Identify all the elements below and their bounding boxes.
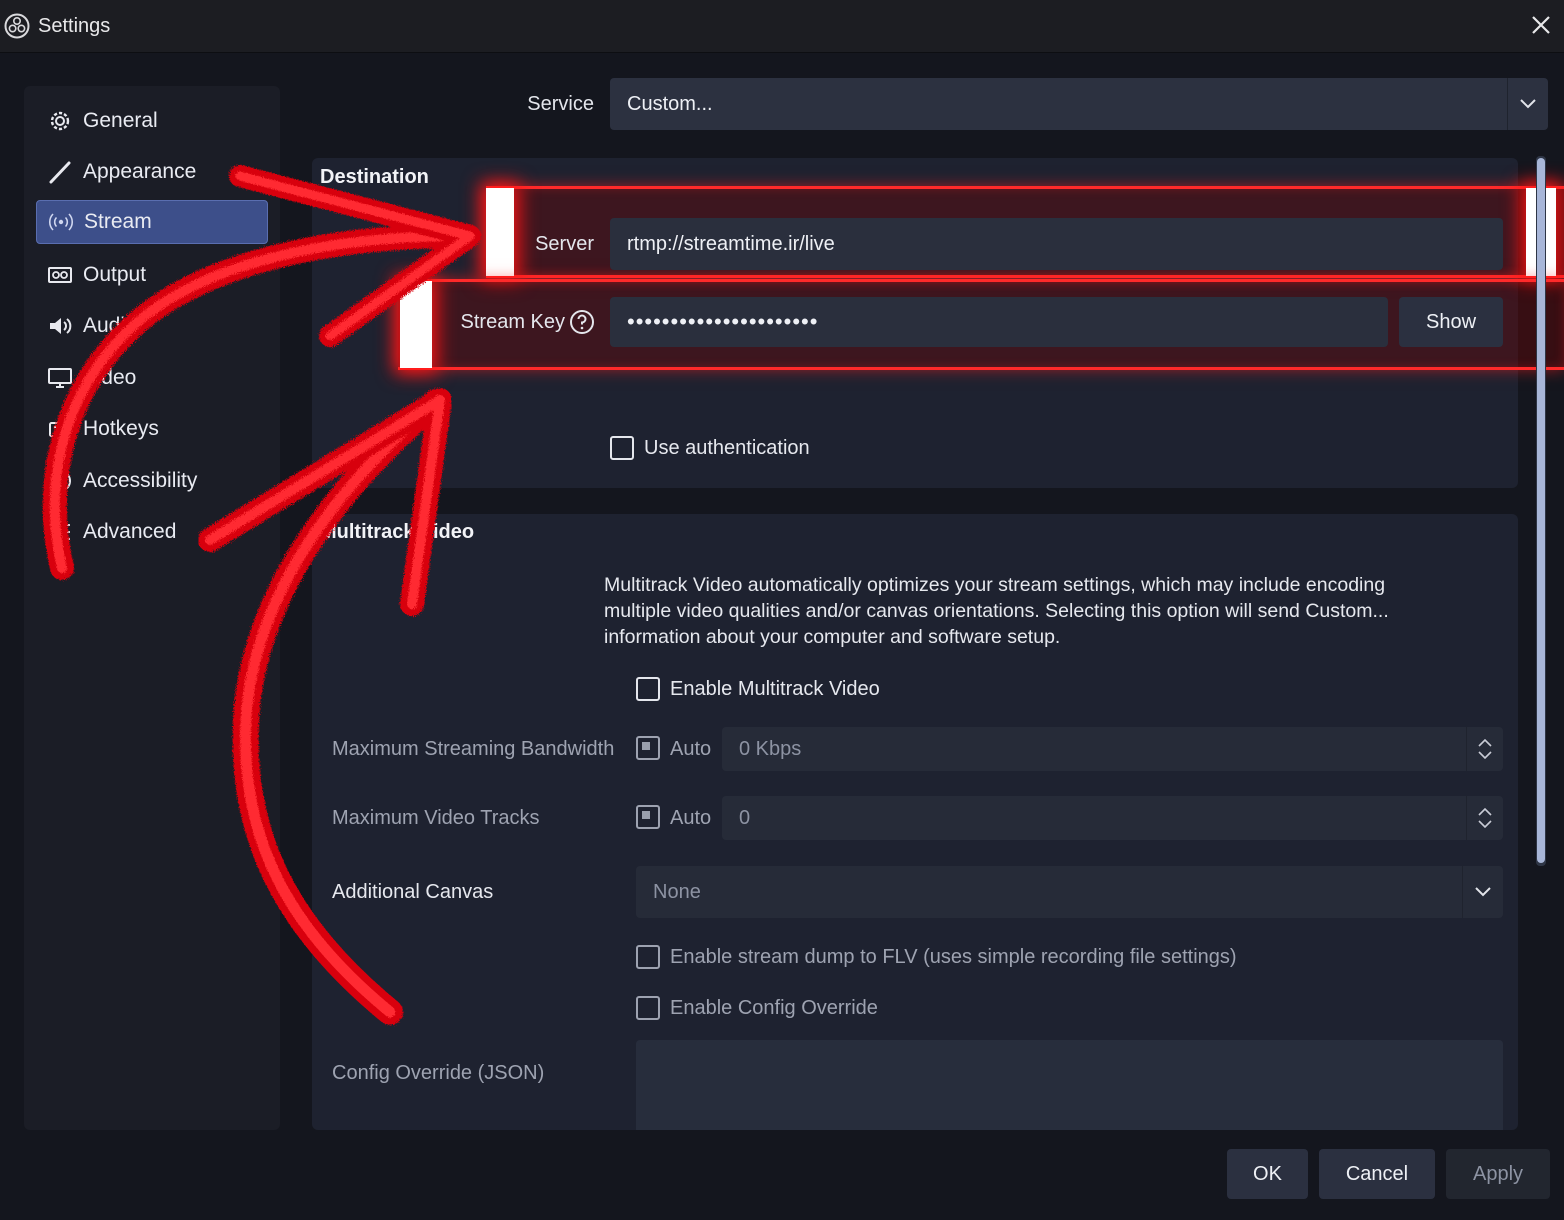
scrollbar-thumb[interactable] xyxy=(1537,158,1545,863)
additional-canvas-label: Additional Canvas xyxy=(332,881,494,903)
multitrack-description: Multitrack Video automatically optimizes… xyxy=(604,574,1389,648)
tracks-auto-checkbox[interactable] xyxy=(636,805,660,829)
enable-multitrack-checkbox[interactable] xyxy=(636,677,660,701)
gear-icon xyxy=(46,107,74,135)
sidebar-item-label: Accessibility xyxy=(83,469,198,492)
bandwidth-auto-checkbox[interactable] xyxy=(636,736,660,760)
apply-button[interactable]: Apply xyxy=(1446,1149,1550,1199)
sidebar-item-label: Advanced xyxy=(83,520,177,543)
sidebar-item-label: Audio xyxy=(83,314,137,337)
stream-key-value: •••••••••••••••••••••• xyxy=(627,309,819,334)
bandwidth-auto-label: Auto xyxy=(670,738,712,760)
chevron-down-icon xyxy=(1478,820,1492,828)
sidebar-item-label: General xyxy=(83,109,158,132)
sidebar-item-output[interactable]: Output xyxy=(36,253,268,297)
tracks-value: 0 xyxy=(739,806,751,829)
additional-canvas-dropdown[interactable]: None xyxy=(636,866,1503,918)
settings-sidebar: General Appearance Stream Output Audio V… xyxy=(24,86,280,1130)
sidebar-item-hotkeys[interactable]: Hotkeys xyxy=(36,407,268,451)
sliders-icon xyxy=(46,518,74,546)
use-authentication-checkbox[interactable] xyxy=(610,436,634,460)
enable-multitrack-label: Enable Multitrack Video xyxy=(670,678,880,700)
chevron-up-icon xyxy=(1478,808,1492,816)
sidebar-item-stream[interactable]: Stream xyxy=(36,200,268,244)
cancel-button[interactable]: Cancel xyxy=(1319,1149,1435,1199)
service-value: Custom... xyxy=(627,92,713,115)
sidebar-item-accessibility[interactable]: Accessibility xyxy=(36,459,268,503)
highlight-bar xyxy=(400,281,432,368)
max-video-tracks-label: Maximum Video Tracks xyxy=(332,807,540,829)
highlight-bar xyxy=(486,188,514,276)
close-icon[interactable] xyxy=(1528,12,1554,38)
brush-icon xyxy=(46,158,74,186)
spin-arrows[interactable] xyxy=(1466,796,1503,840)
speaker-icon xyxy=(46,312,74,340)
sidebar-item-video[interactable]: Video xyxy=(36,356,268,400)
chevron-down-icon xyxy=(1478,751,1492,759)
max-video-tracks-spinbox[interactable]: 0 xyxy=(722,796,1503,840)
stream-key-label: Stream Key xyxy=(460,311,565,333)
help-icon[interactable] xyxy=(569,309,595,335)
destination-title: Destination xyxy=(320,166,429,188)
max-bandwidth-label: Maximum Streaming Bandwidth xyxy=(332,738,615,760)
server-label: Server xyxy=(535,233,594,255)
sidebar-item-label: Stream xyxy=(84,210,152,233)
flv-dump-label: Enable stream dump to FLV (uses simple r… xyxy=(670,946,1237,968)
broadcast-icon xyxy=(47,208,75,236)
chevron-down-icon xyxy=(1507,78,1548,130)
output-icon xyxy=(46,261,74,289)
service-label: Service xyxy=(527,93,594,115)
max-bandwidth-spinbox[interactable]: 0 Kbps xyxy=(722,727,1503,771)
obs-logo-icon xyxy=(4,13,30,39)
keyboard-icon xyxy=(46,415,74,443)
config-override-checkbox[interactable] xyxy=(636,996,660,1020)
config-json-textarea[interactable] xyxy=(636,1040,1503,1130)
sidebar-item-appearance[interactable]: Appearance xyxy=(36,150,268,194)
show-key-button[interactable]: Show xyxy=(1399,297,1503,347)
accessibility-icon xyxy=(46,467,74,495)
bandwidth-value: 0 Kbps xyxy=(739,737,802,760)
sidebar-item-label: Output xyxy=(83,263,147,286)
tracks-auto-label: Auto xyxy=(670,807,712,829)
sidebar-item-label: Hotkeys xyxy=(83,417,159,440)
use-authentication-label: Use authentication xyxy=(644,437,810,459)
monitor-icon xyxy=(46,364,74,392)
chevron-down-icon xyxy=(1462,866,1503,918)
window-title: Settings xyxy=(38,15,111,37)
sidebar-item-label: Appearance xyxy=(83,160,197,183)
ok-button[interactable]: OK xyxy=(1227,1149,1308,1199)
multitrack-title: Multitrack Video xyxy=(320,521,475,543)
chevron-up-icon xyxy=(1478,739,1492,747)
title-bar: Settings xyxy=(0,0,1564,53)
flv-dump-checkbox[interactable] xyxy=(636,945,660,969)
server-value: rtmp://streamtime.ir/live xyxy=(627,232,835,255)
server-input[interactable]: rtmp://streamtime.ir/live xyxy=(610,218,1503,270)
config-override-label: Enable Config Override xyxy=(670,997,878,1019)
service-dropdown[interactable]: Custom... xyxy=(610,78,1548,130)
sidebar-item-general[interactable]: General xyxy=(36,99,268,143)
config-json-label: Config Override (JSON) xyxy=(332,1062,545,1084)
spin-arrows[interactable] xyxy=(1466,727,1503,771)
stream-key-input[interactable]: •••••••••••••••••••••• xyxy=(610,297,1388,347)
sidebar-item-label: Video xyxy=(83,366,137,389)
sidebar-item-audio[interactable]: Audio xyxy=(36,304,268,348)
sidebar-item-advanced[interactable]: Advanced xyxy=(36,510,268,554)
canvas-value: None xyxy=(653,880,701,903)
